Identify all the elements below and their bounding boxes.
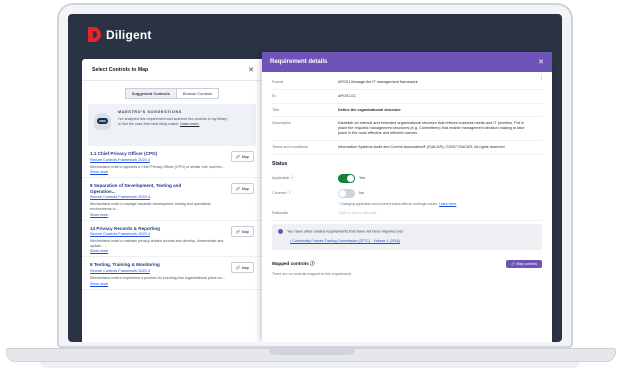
map-button[interactable]: 🔗 Map [230, 183, 254, 195]
left-panel-title: Select Controls to Map [92, 66, 149, 73]
right-panel-header: Requirement details ✕ [262, 52, 552, 72]
control-description: Mechanisms exist to implement a process … [90, 275, 225, 280]
maestro-suggestions: MAESTRO'S SUGGESTIONS I've analyzed this… [88, 104, 256, 146]
control-title[interactable]: 8 Separation of Development, Testing and… [90, 183, 208, 194]
covered-label: Covered ⓘ [272, 190, 292, 195]
mapped-controls-header: Mapped controls ⓘ 🔗 Map controls [272, 259, 542, 268]
control-description: Mechanisms exist to appoints a Chief Pri… [90, 164, 225, 169]
applicable-row: Applicable ⓘ Yes [272, 171, 542, 186]
laptop-shadow [40, 362, 580, 368]
requirement-details-panel: Requirement details ✕ ⋮ Parent APO01 Man… [262, 52, 552, 342]
map-button[interactable]: 🔗 Map [230, 225, 254, 237]
control-title[interactable]: 1.1 Chief Privacy Officer (CPO) [90, 151, 208, 157]
control-description: Mechanisms exist to maintain privacy-rel… [90, 239, 224, 248]
field-parent: Parent APO01 Manage the IT management fr… [272, 76, 542, 90]
map-button[interactable]: 🔗 Map [230, 262, 254, 274]
control-title[interactable]: 14 Privacy Records & Reporting [90, 226, 208, 232]
left-panel-header: Select Controls to Map ✕ [82, 59, 262, 81]
hint-learn-more-link[interactable]: Learn more [439, 202, 456, 206]
field-id: ID APO01.01 [272, 90, 542, 104]
info-icon: ⓘ [287, 190, 292, 195]
control-card: 8 Testing, Training & Monitoring Secure … [82, 257, 262, 290]
covered-state: No [359, 191, 364, 196]
control-card: 1.1 Chief Privacy Officer (CPO) Secure C… [82, 146, 262, 179]
control-card: 8 Separation of Development, Testing and… [82, 178, 262, 221]
map-controls-button[interactable]: 🔗 Map controls [505, 259, 542, 268]
mapped-controls-title: Mapped controls ⓘ [272, 260, 315, 266]
info-icon: ⓘ [310, 260, 315, 266]
show-more-link[interactable]: Show more [90, 170, 254, 174]
control-card: 14 Privacy Records & Reporting Secure Co… [82, 221, 262, 258]
control-framework-link[interactable]: Secure Controls Framework 2020.4 [90, 232, 254, 236]
status-title: Status [272, 160, 288, 167]
applicable-label: Applicable ⓘ [272, 175, 295, 180]
rationale-row: Rationale Click to add a rationale [272, 206, 542, 221]
covered-toggle[interactable] [338, 188, 355, 198]
laptop-base [6, 348, 616, 362]
control-framework-link[interactable]: Secure Controls Framework 2020.4 [90, 269, 254, 273]
related-requirement-link[interactable]: • Commodity Futures Trading Commission (… [290, 239, 536, 243]
info-icon [278, 228, 283, 234]
field-description: Description Establish an internal and ex… [272, 117, 542, 141]
maestro-text: I've analyzed this requirement and scann… [118, 117, 228, 126]
control-description: Mechanisms exist to manage separate deve… [90, 202, 211, 211]
field-terms: Terms and conditions Information Systems… [272, 141, 542, 155]
show-more-link[interactable]: Show more [90, 282, 254, 286]
applicable-state: Yes [359, 176, 366, 181]
control-framework-link[interactable]: Secure Controls Framework 2020.4 [90, 158, 254, 162]
select-controls-panel: Select Controls to Map ✕ Suggested Contr… [82, 59, 262, 342]
field-title: Title Define the organizational structur… [272, 104, 542, 118]
tab-suggested-controls[interactable]: Suggested Controls [124, 88, 176, 99]
control-framework-link[interactable]: Secure Controls Framework 2020.4 [90, 195, 254, 199]
maestro-title: MAESTRO'S SUGGESTIONS [118, 110, 182, 114]
robot-icon [94, 113, 111, 130]
laptop-screen: Diligent Select Controls to Map ✕ Sugges… [68, 14, 562, 342]
requirement-body: ⋮ Parent APO01 Manage the IT management … [262, 72, 552, 276]
show-more-link[interactable]: Show more [90, 213, 254, 217]
control-title[interactable]: 8 Testing, Training & Monitoring [90, 262, 208, 268]
learn-more-link[interactable]: Learn more. [180, 122, 199, 126]
tab-browse-controls[interactable]: Browse Controls [175, 88, 220, 99]
close-icon[interactable]: ✕ [538, 58, 544, 66]
close-icon[interactable]: ✕ [248, 66, 254, 74]
brand-name: Diligent [106, 27, 152, 42]
diligent-logo-icon [88, 27, 101, 42]
right-panel-title: Requirement details [270, 59, 328, 65]
related-requirements-notice: You have other related requirements that… [272, 223, 542, 250]
laptop-notch [269, 349, 355, 355]
mapped-controls-empty: There are no controls mapped to this req… [272, 271, 352, 276]
map-button[interactable]: 🔗 Map [230, 151, 254, 162]
control-tabs: Suggested Controls Browse Controls [82, 88, 262, 99]
info-icon: ⓘ [290, 175, 295, 180]
applicable-toggle[interactable] [338, 173, 355, 183]
brand: Diligent [88, 27, 152, 42]
rationale-input[interactable]: Click to add a rationale [338, 211, 377, 215]
more-options-icon[interactable]: ⋮ [539, 75, 544, 81]
show-more-link[interactable]: Show more [90, 249, 254, 253]
covered-row: Covered ⓘ No [272, 186, 542, 201]
